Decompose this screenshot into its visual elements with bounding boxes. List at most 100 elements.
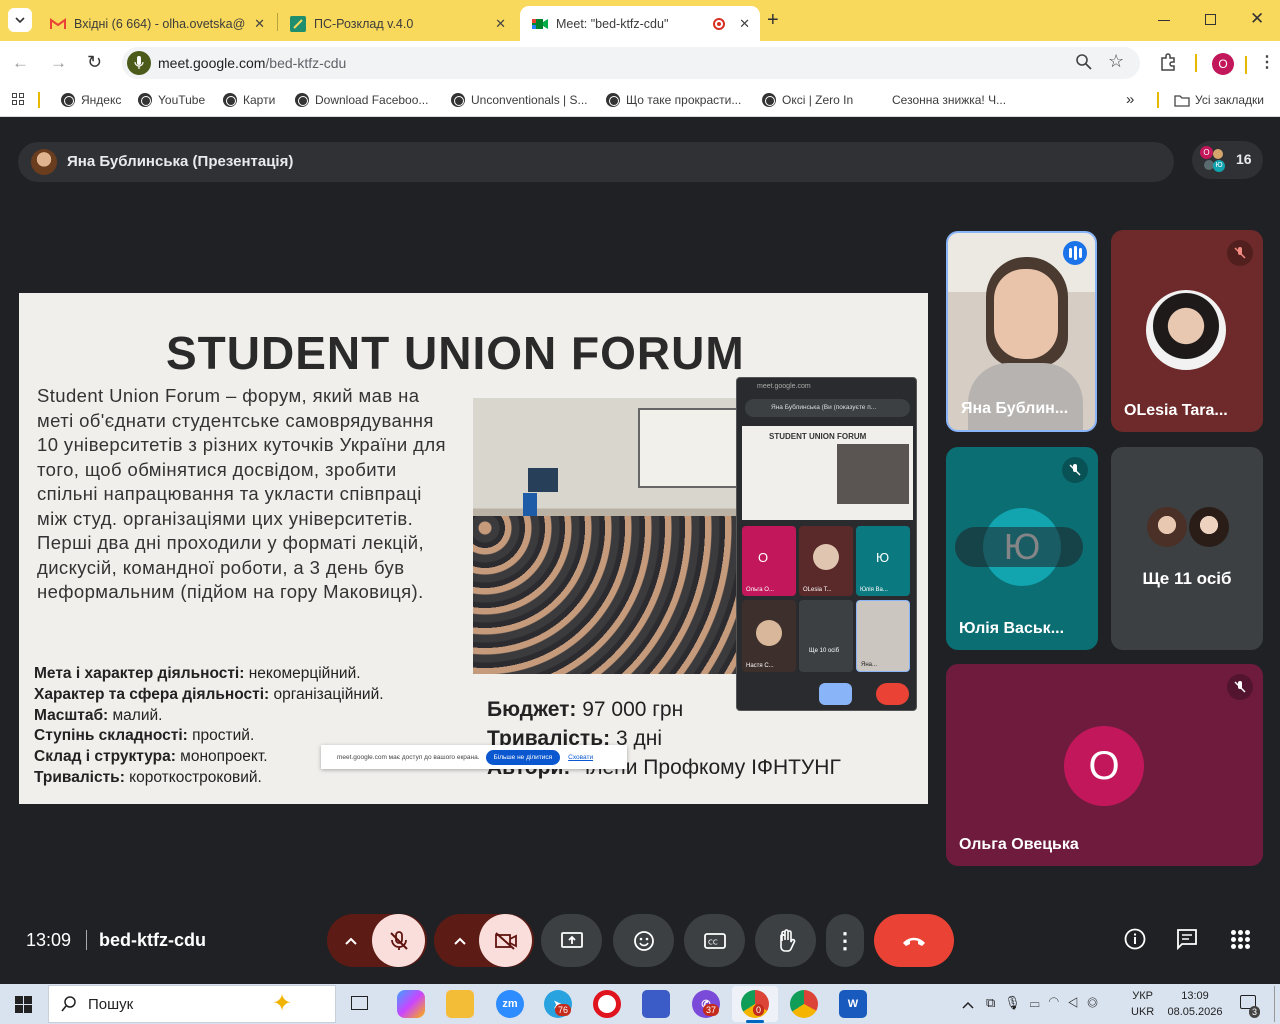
close-icon[interactable]: ✕ <box>495 16 506 32</box>
close-icon[interactable]: ✕ <box>254 16 265 32</box>
tab-title: Вхідні (6 664) - olha.ovetska@n <box>74 16 247 31</box>
copilot-icon[interactable] <box>397 990 425 1018</box>
save-floppy-icon[interactable] <box>642 990 670 1018</box>
bookmark-label: Download Faceboo... <box>315 93 429 107</box>
presenter-avatar <box>31 149 57 175</box>
clock-time: 13:09 <box>1181 990 1209 1002</box>
reload-button[interactable]: ↻ <box>87 52 102 73</box>
avatar: О <box>1064 726 1144 806</box>
bookmark-facebook[interactable]: Download Faceboo... <box>295 93 428 107</box>
raise-hand-button[interactable] <box>755 914 816 967</box>
meeting-code: bed-ktfz-cdu <box>99 930 206 950</box>
start-button[interactable] <box>15 996 32 1013</box>
globe-icon <box>223 93 237 107</box>
language-indicator[interactable]: УКР UKR <box>1131 988 1154 1020</box>
url-path: /bed-ktfz-cdu <box>265 55 347 71</box>
fact-label: Склад і структура: <box>34 748 176 766</box>
stop-sharing-button[interactable]: Більше не ділитися <box>485 749 561 765</box>
more-options-button[interactable]: ⋮ <box>826 914 864 967</box>
screen-share-notice: meet.google.com має доступ до вашого екр… <box>321 745 627 769</box>
zoom-icon[interactable] <box>1076 54 1092 75</box>
task-view-icon[interactable] <box>351 996 368 1010</box>
tab-title: Meet: "bed-ktfz-cdu" <box>556 16 669 31</box>
back-button[interactable]: ← <box>12 53 29 73</box>
tab-sheets[interactable]: ПС-Розклад v.4.0 ✕ <box>278 6 516 41</box>
tile-yana[interactable]: Яна Бублин... <box>946 231 1097 432</box>
extensions-icon[interactable] <box>1159 53 1177 76</box>
apps-grid-icon[interactable] <box>12 93 24 105</box>
bookmark-star-icon[interactable]: ☆ <box>1108 51 1124 72</box>
close-icon[interactable]: ✕ <box>739 16 750 32</box>
globe-icon <box>606 93 620 107</box>
zoom-app-icon[interactable]: zm <box>496 990 524 1018</box>
close-window-button[interactable]: ✕ <box>1250 9 1264 29</box>
chrome-profile-icon[interactable] <box>790 990 818 1018</box>
tile-others[interactable]: Ще 11 осіб <box>1111 447 1263 650</box>
word-icon[interactable]: W <box>839 990 867 1018</box>
tile-olga[interactable]: О Ольга Овецька <box>946 664 1263 866</box>
tray-icons[interactable]: ⧉🎙▭◠◁◎ <box>986 995 1107 1011</box>
forward-button[interactable]: → <box>50 53 67 73</box>
search-icon <box>61 996 77 1017</box>
tile-name: Юлія Васьк... <box>959 620 1065 637</box>
leave-call-button[interactable] <box>874 914 954 967</box>
budget-line: Бюджет: 97 000 грн <box>487 698 684 721</box>
fact-label: Тривалість: <box>34 768 125 786</box>
new-tab-button[interactable]: + <box>767 9 779 32</box>
tray-chevron-icon[interactable] <box>962 996 974 1014</box>
participant-avatars-icon: O Ю <box>1200 146 1228 174</box>
chrome-badge: 0 <box>753 1004 765 1016</box>
folder-icon <box>1174 94 1190 107</box>
bookmark-youtube[interactable]: YouTube <box>138 93 205 107</box>
tab-meet[interactable]: Meet: "bed-ktfz-cdu" ✕ <box>520 6 760 41</box>
bookmark-unconventionals[interactable]: Unconventionals | S... <box>451 93 588 107</box>
menu-kebab-icon[interactable]: ⋮ <box>1259 52 1275 72</box>
bookmark-label: Unconventionals | S... <box>471 93 588 107</box>
bookmark-label: YouTube <box>158 93 206 107</box>
bookmark-yandex[interactable]: Яндекс <box>61 93 121 107</box>
tab-gmail[interactable]: Вхідні (6 664) - olha.ovetska@n ✕ <box>38 6 275 41</box>
reactions-button[interactable] <box>613 914 674 967</box>
activities-icon[interactable] <box>1231 930 1250 949</box>
bookmark-maps[interactable]: Карти <box>223 93 275 107</box>
fact-row: Мета і характер діяльності: некомерційни… <box>34 664 384 685</box>
chat-icon[interactable] <box>1176 928 1198 955</box>
system-clock[interactable]: 13:09 08.05.2026 <box>1165 988 1225 1020</box>
meeting-details-icon[interactable] <box>1124 928 1146 955</box>
emoji-icon <box>633 930 654 951</box>
pip-url: meet.google.com <box>757 383 811 390</box>
minimize-button[interactable] <box>1158 20 1170 21</box>
avatar <box>1146 290 1226 370</box>
camera-toggle-button[interactable] <box>479 914 532 967</box>
telegram-badge: 76 <box>555 1004 572 1016</box>
tab-search-button[interactable] <box>8 8 32 32</box>
captions-icon: CC <box>703 932 726 949</box>
captions-button[interactable]: CC <box>684 914 745 967</box>
fact-value: малий. <box>108 706 163 724</box>
bookmark-oksi[interactable]: Оксі | Zero In <box>762 93 853 107</box>
tile-hover-controls[interactable] <box>955 527 1083 567</box>
bookmark-label: Яндекс <box>81 93 122 107</box>
all-bookmarks[interactable]: Усі закладки <box>1174 93 1264 107</box>
mic-off-icon <box>1227 674 1253 700</box>
recording-icon <box>713 17 726 30</box>
more-bookmarks-icon[interactable]: » <box>1126 91 1134 108</box>
speaking-indicator-icon <box>1063 241 1087 265</box>
hide-button[interactable]: Сховати <box>568 754 593 761</box>
mic-permission-icon[interactable] <box>127 51 151 75</box>
mic-toggle-button[interactable] <box>372 914 425 967</box>
pip-window[interactable]: meet.google.com Яна Бублинська (Ви (пока… <box>736 377 917 711</box>
file-explorer-icon[interactable] <box>446 990 474 1018</box>
opera-icon[interactable] <box>593 990 621 1018</box>
present-button[interactable] <box>541 914 602 967</box>
profile-avatar[interactable]: O <box>1212 53 1234 75</box>
restore-button[interactable] <box>1205 14 1216 25</box>
bookmark-label: Усі закладки <box>1195 93 1265 107</box>
bookmark-label: Оксі | Zero In <box>782 93 854 107</box>
tile-yulia[interactable]: Ю Юлія Васьк... <box>946 447 1098 650</box>
globe-icon <box>138 93 152 107</box>
bookmark-procrastination[interactable]: Що таке прокрасти... <box>606 93 741 107</box>
mic-off-icon <box>1227 240 1253 266</box>
tile-olesia[interactable]: OLesia Tara... <box>1111 230 1263 432</box>
bookmark-sale[interactable]: Сезонна знижка! Ч... <box>892 93 1006 107</box>
